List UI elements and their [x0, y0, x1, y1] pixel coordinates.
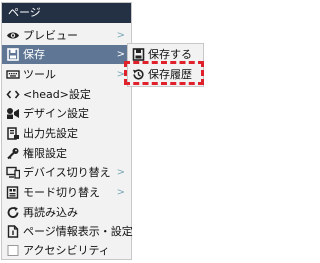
menu-item-label: 権限設定	[23, 147, 67, 160]
code-icon	[6, 88, 20, 101]
submenu-item-save-history[interactable]: 保存履歴	[128, 65, 203, 84]
menu-item-design-settings[interactable]: デザイン設定	[2, 104, 131, 123]
keyboard-icon	[6, 68, 20, 81]
checkbox-icon[interactable]	[6, 244, 20, 257]
menu-item-label: 再読み込み	[23, 206, 78, 219]
submenu-item-label: 保存履歴	[148, 68, 192, 81]
menu-item-label: デザイン設定	[23, 107, 89, 120]
menu-item-accessibility[interactable]: アクセシビリティ	[2, 241, 131, 260]
chevron-right-icon: >	[116, 187, 125, 198]
menu-item-head-settings[interactable]: <head>設定	[2, 85, 131, 104]
menu-item-label: デバイス切り替え	[23, 166, 111, 179]
menu-item-label: 保存	[23, 48, 45, 61]
chevron-right-icon: >	[116, 49, 125, 60]
menu-item-save[interactable]: 保存 >	[2, 45, 131, 64]
menu-item-output-settings[interactable]: 出力先設定	[2, 124, 131, 143]
menu-item-label: モード切り替え	[23, 186, 100, 199]
submenu-item-label: 保存する	[148, 48, 192, 61]
design-icon	[6, 107, 20, 120]
save-submenu: 保存する 保存履歴	[127, 43, 204, 87]
menu-item-tools[interactable]: ツール >	[2, 65, 131, 84]
menu-item-reload[interactable]: 再読み込み	[2, 203, 131, 222]
chevron-right-icon: >	[116, 30, 125, 41]
menu-item-mode-switch[interactable]: モード切り替え >	[2, 183, 131, 202]
menu-item-label: アクセシビリティ	[23, 244, 110, 257]
menu-item-page-info[interactable]: ページ情報表示・設定	[2, 222, 133, 241]
menu-item-permission-settings[interactable]: 権限設定	[2, 144, 131, 163]
mode-icon	[6, 186, 20, 199]
eye-icon	[6, 29, 20, 42]
history-icon	[132, 68, 145, 81]
chevron-right-icon: >	[116, 69, 125, 80]
menu-item-label: ページ情報表示・設定	[23, 225, 133, 238]
menu-item-device-switch[interactable]: デバイス切り替え >	[2, 163, 131, 182]
save-icon	[132, 48, 145, 61]
devices-icon	[6, 166, 20, 179]
key-icon	[6, 147, 20, 160]
refresh-icon	[6, 206, 20, 219]
chevron-right-icon: >	[116, 167, 125, 178]
menu-header-title: ページ	[2, 3, 131, 23]
menu-item-label: <head>設定	[23, 88, 91, 101]
menu-item-label: 出力先設定	[23, 127, 78, 140]
submenu-item-save[interactable]: 保存する	[128, 45, 203, 64]
menu-item-label: ツール	[23, 68, 56, 81]
menu-item-preview[interactable]: プレビュー >	[2, 26, 131, 45]
page-context-menu: ページ プレビュー > 保存 > ツール > <head>設定 デザイン設定 出…	[1, 2, 133, 260]
output-icon	[6, 127, 20, 140]
menu-item-label: プレビュー	[23, 29, 78, 42]
save-icon	[6, 48, 20, 61]
info-icon	[6, 225, 20, 238]
